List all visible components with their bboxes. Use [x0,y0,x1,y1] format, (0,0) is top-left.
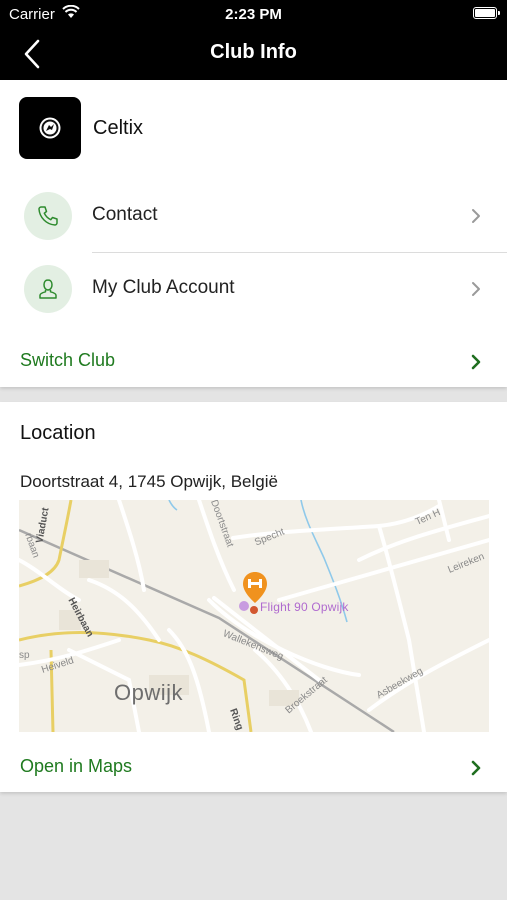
map-street-label: sp [19,650,30,661]
chevron-right-icon [471,354,481,370]
battery-icon [473,7,500,19]
clock: 2:23 PM [225,6,282,23]
location-map[interactable]: Flight 90 Opwijk Opwijk Viaduct rbaan He… [19,500,489,732]
map-city-label: Opwijk [114,680,184,705]
chevron-right-icon [471,760,481,776]
club-logo [19,97,81,159]
navigation-bar: Club Info [0,28,507,80]
chevron-right-icon [472,282,480,296]
map-roads [19,500,489,732]
club-name: Celtix [93,117,144,139]
contact-row[interactable]: Contact [0,180,507,252]
club-card: Celtix Contact My Club Account Switch Cl… [0,80,507,387]
switch-club-row[interactable]: Switch Club [0,336,507,384]
map-poi-label: Flight 90 Opwijk [260,600,349,614]
club-address: Doortstraat 4, 1745 Opwijk, België [20,472,278,491]
club-emblem-icon [39,117,61,139]
open-in-maps-label: Open in Maps [20,756,133,776]
status-bar: Carrier 2:23 PM [0,0,507,28]
contact-icon-circle [24,192,72,240]
switch-club-label: Switch Club [20,350,116,370]
contact-label: Contact [92,204,158,225]
location-title: Location [20,422,96,444]
my-club-account-label: My Club Account [92,277,235,298]
open-in-maps-row[interactable]: Open in Maps [0,742,507,790]
chevron-right-icon [472,209,480,223]
account-icon-circle [24,265,72,313]
user-icon [39,279,57,299]
page-title: Club Info [210,41,297,63]
my-club-account-row[interactable]: My Club Account [0,253,507,325]
phone-icon [38,206,58,226]
location-card: Location Doortstraat 4, 1745 Opwijk, Bel… [0,402,507,792]
